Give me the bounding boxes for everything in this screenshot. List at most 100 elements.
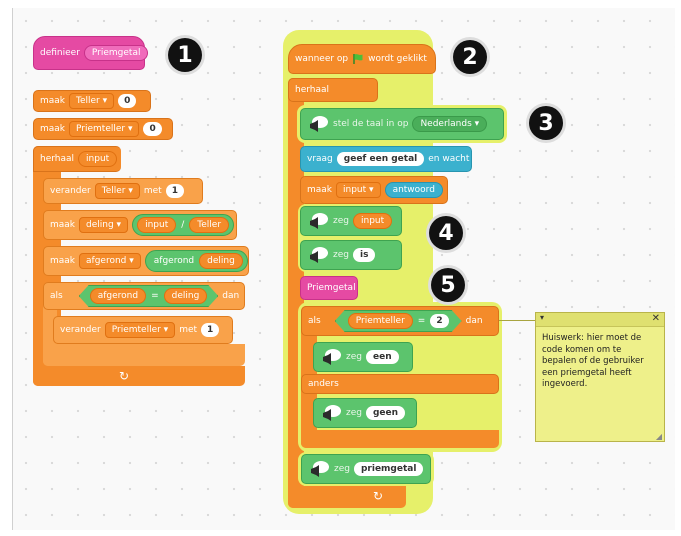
say-arg[interactable]: geen [365, 406, 406, 420]
define-name[interactable]: Priemgetal [83, 45, 149, 61]
operand-b[interactable]: Teller [189, 217, 230, 233]
say-arg[interactable]: een [365, 350, 399, 364]
by-label: met [179, 325, 198, 335]
value-input[interactable]: 0 [118, 94, 137, 108]
var-name: Priemteller [76, 124, 126, 134]
operand-a[interactable]: afgerond [90, 288, 146, 304]
say-arg[interactable]: priemgetal [353, 462, 424, 476]
close-icon[interactable]: ✕ [652, 313, 660, 324]
say-priemgetal-block[interactable]: zeg priemgetal [301, 454, 431, 484]
var-dropdown[interactable]: Priemteller ▾ [104, 322, 176, 338]
operator-symbol: = [417, 316, 426, 326]
divide-operator[interactable]: input / Teller [132, 214, 235, 236]
round-arg[interactable]: deling [199, 253, 243, 269]
var-name: Priemteller [111, 325, 161, 335]
say-is-block[interactable]: zeg is [300, 240, 402, 270]
say-een-block[interactable]: zeg een [313, 342, 413, 372]
say-label: zeg [346, 352, 362, 362]
when-flag-clicked-block[interactable]: wanneer op wordt geklikt [288, 44, 436, 74]
equals-operator[interactable]: Priemteller = 2 [335, 310, 462, 332]
call-priemgetal-block[interactable]: Priemgetal [300, 276, 358, 300]
if-header-right[interactable]: als Priemteller = 2 dan [301, 306, 499, 336]
wait-label: en wacht [428, 154, 470, 164]
speech-bubble-icon [320, 348, 342, 366]
value-input[interactable]: 0 [143, 122, 162, 136]
set-priemteller-block[interactable]: maak Priemteller ▾ 0 [33, 118, 173, 140]
say-label: zeg [334, 464, 350, 474]
value-input[interactable]: 1 [165, 184, 184, 198]
green-flag-icon [352, 53, 364, 65]
speech-bubble-icon [307, 246, 329, 264]
operand-a[interactable]: Priemteller [348, 313, 413, 329]
var-dropdown[interactable]: Priemteller ▾ [69, 121, 140, 137]
else-row[interactable]: anders [301, 374, 499, 394]
var-dropdown[interactable]: Teller ▾ [69, 93, 115, 109]
var-dropdown[interactable]: deling ▾ [79, 217, 129, 233]
speech-bubble-icon [307, 115, 329, 133]
hat-label: wanneer op [295, 54, 349, 64]
change-priemteller-block[interactable]: verander Priemteller ▾ met 1 [53, 316, 233, 344]
answer-reporter[interactable]: antwoord [384, 182, 443, 198]
repeat-arg[interactable]: input [78, 151, 118, 167]
var-dropdown[interactable]: afgerond ▾ [79, 253, 141, 269]
change-label: verander [60, 325, 101, 335]
var-name: Teller [101, 186, 126, 196]
comment-note[interactable]: ▾ ✕ Huiswerk: hier moet de code komen om… [535, 312, 665, 442]
round-operator[interactable]: afgerond deling [144, 250, 248, 272]
comment-connector [499, 320, 537, 321]
set-input-block[interactable]: maak input ▾ antwoord [300, 176, 448, 204]
set-afgerond-block[interactable]: maak afgerond ▾ afgerond deling [43, 246, 249, 276]
set-language-block[interactable]: stel de taal in op Nederlands ▾ [300, 108, 504, 140]
set-label: maak [40, 124, 66, 134]
define-block[interactable]: definieer Priemgetal [33, 36, 149, 70]
say-geen-block[interactable]: zeg geen [313, 398, 417, 428]
then-label: dan [465, 316, 483, 326]
set-teller-block[interactable]: maak Teller ▾ 0 [33, 90, 151, 112]
code-canvas[interactable]: definieer Priemgetal maak Teller ▾ 0 maa… [12, 8, 675, 530]
operand-b[interactable]: deling [164, 288, 208, 304]
operand-b[interactable]: 2 [430, 314, 448, 328]
speech-bubble-icon [308, 460, 330, 478]
say-arg[interactable]: is [352, 248, 376, 262]
set-language-label: stel de taal in op [333, 119, 409, 129]
var-name: Teller [76, 96, 100, 106]
badge-5: 5 [431, 268, 465, 302]
ask-and-wait-block[interactable]: vraag geef een getal en wacht [300, 146, 472, 172]
say-label: zeg [346, 408, 362, 418]
say-label: zeg [333, 250, 349, 260]
value-input[interactable]: 1 [201, 323, 220, 337]
repeat-header[interactable]: herhaal input [33, 146, 121, 172]
comment-header: ▾ ✕ [536, 313, 664, 327]
var-name: input [343, 185, 367, 195]
speech-bubble-icon [307, 212, 329, 230]
var-name: deling [86, 220, 114, 230]
operator-symbol: = [151, 291, 159, 301]
var-dropdown[interactable]: input ▾ [336, 182, 381, 198]
loop-arrow-icon: ↻ [373, 489, 384, 503]
then-label: dan [222, 291, 240, 301]
forever-header[interactable]: herhaal [288, 78, 378, 102]
if-header-left[interactable]: als afgerond = deling dan [43, 282, 245, 310]
badge-2: 2 [453, 40, 487, 74]
ask-question-input[interactable]: geef een getal [336, 152, 425, 166]
if-label: als [50, 291, 63, 301]
call-label: Priemgetal [307, 283, 356, 293]
change-label: verander [50, 186, 91, 196]
operand-a[interactable]: input [137, 217, 177, 233]
say-input-block[interactable]: zeg input [300, 206, 402, 236]
say-arg[interactable]: input [352, 213, 393, 229]
language-dropdown[interactable]: Nederlands ▾ [412, 116, 488, 132]
change-teller-block[interactable]: verander Teller ▾ met 1 [43, 178, 203, 204]
comment-text[interactable]: Huiswerk: hier moet de code komen om te … [536, 327, 664, 391]
forever-label: herhaal [295, 85, 330, 95]
set-label: maak [50, 256, 76, 266]
set-deling-block[interactable]: maak deling ▾ input / Teller [43, 210, 237, 240]
var-dropdown[interactable]: Teller ▾ [94, 183, 140, 199]
collapse-icon[interactable]: ▾ [540, 313, 544, 322]
equals-operator[interactable]: afgerond = deling [79, 285, 219, 307]
round-label: afgerond [153, 256, 195, 266]
resize-handle-icon[interactable]: ◢ [656, 432, 662, 441]
if-else-footer [301, 430, 499, 448]
badge-1: 1 [168, 38, 202, 72]
by-label: met [143, 186, 162, 196]
